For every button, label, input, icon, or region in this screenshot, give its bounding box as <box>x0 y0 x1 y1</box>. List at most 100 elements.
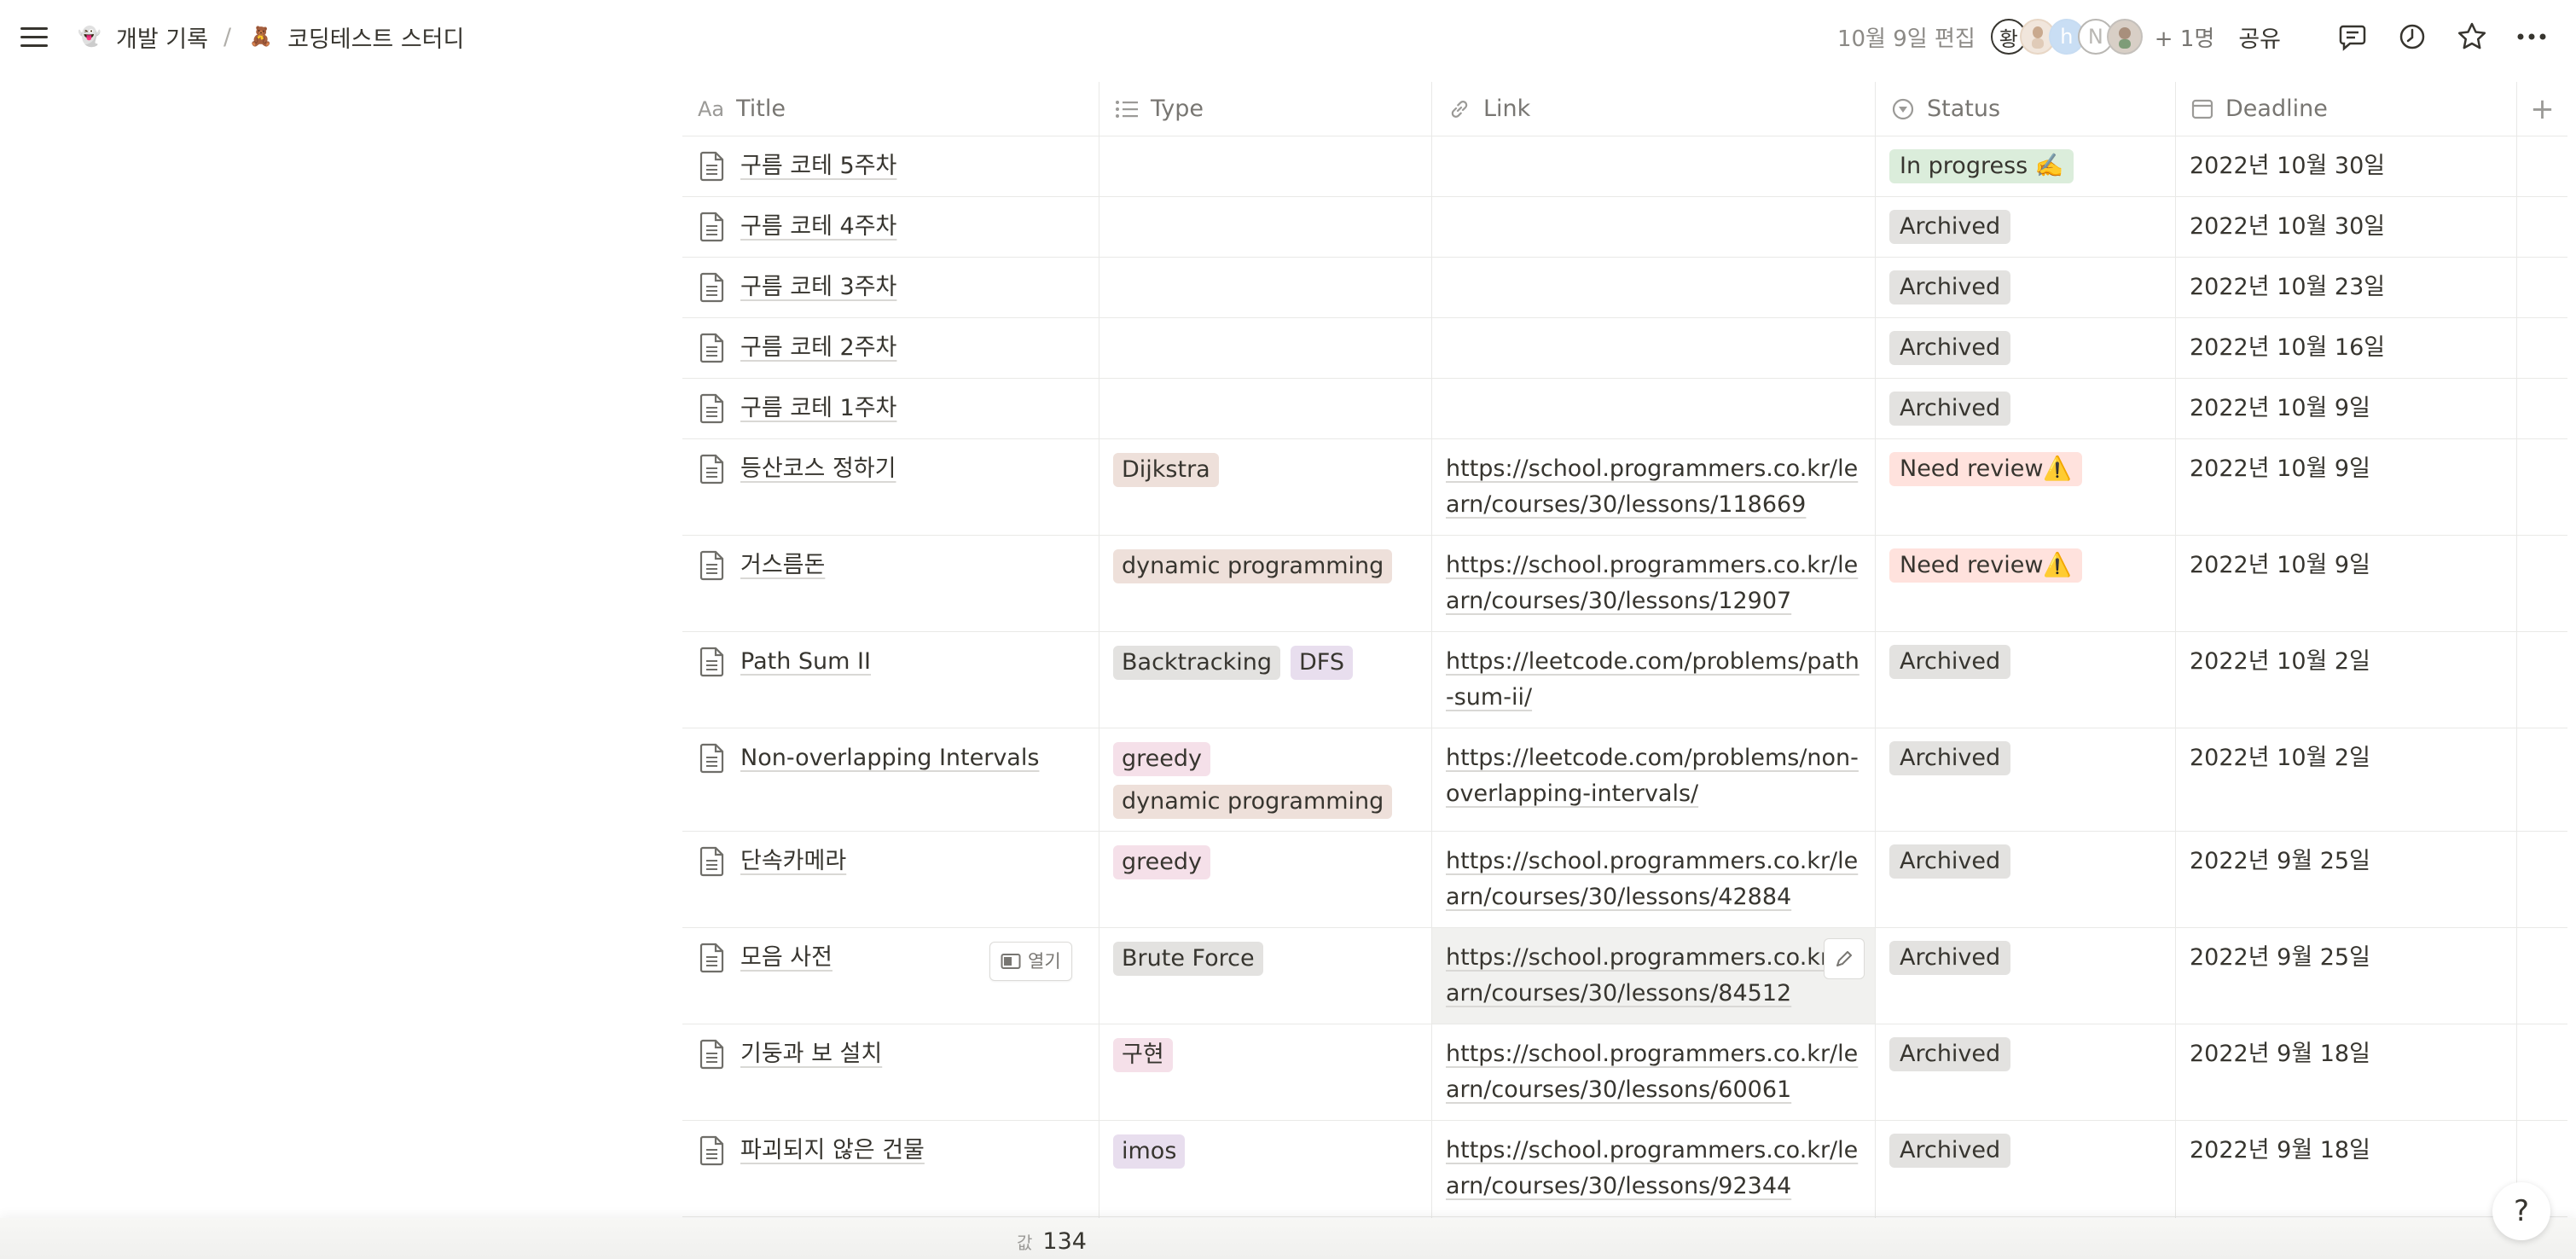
status-cell[interactable]: Archived <box>1876 1024 2176 1120</box>
status-badge[interactable]: In progress ✍️ <box>1889 149 2074 183</box>
problem-link[interactable]: https://school.programmers.co.kr/learn/c… <box>1446 944 1858 1007</box>
link-cell[interactable]: https://school.programmers.co.kr/learn/c… <box>1432 928 1876 1024</box>
member-avatars[interactable]: 황 h N <box>1990 19 2143 55</box>
type-cell[interactable] <box>1099 318 1432 378</box>
type-cell[interactable] <box>1099 136 1432 196</box>
more-options-icon[interactable] <box>2515 20 2549 54</box>
table-row[interactable]: 단속카메라 greedy https://school.programmers.co… <box>682 832 2567 928</box>
row-title[interactable]: Non-overlapping Intervals <box>740 740 1039 776</box>
title-cell[interactable]: 구름 코테 4주차 <box>682 197 1099 257</box>
status-badge[interactable]: Archived <box>1889 331 2011 365</box>
title-cell[interactable]: 구름 코테 1주차 <box>682 379 1099 438</box>
link-cell[interactable]: https://school.programmers.co.kr/learn/c… <box>1432 439 1876 535</box>
status-cell[interactable]: Need review⚠️ <box>1876 439 2176 535</box>
status-cell[interactable]: Archived <box>1876 632 2176 728</box>
row-title[interactable]: 모음 사전 <box>740 940 833 976</box>
link-cell[interactable]: https://school.programmers.co.kr/learn/c… <box>1432 1121 1876 1216</box>
table-row[interactable]: 구름 코테 2주차 Archived 2022년 10월 16일 <box>682 318 2567 379</box>
row-title[interactable]: 구름 코테 3주차 <box>740 270 896 305</box>
title-cell[interactable]: Non-overlapping Intervals <box>682 728 1099 831</box>
table-row[interactable]: 구름 코테 4주차 Archived 2022년 10월 30일 <box>682 197 2567 258</box>
type-cell[interactable]: imos <box>1099 1121 1432 1216</box>
deadline-cell[interactable]: 2022년 9월 18일 <box>2176 1024 2517 1120</box>
type-tag[interactable]: dynamic programming <box>1113 785 1393 819</box>
title-cell[interactable]: Path Sum II <box>682 632 1099 728</box>
table-row[interactable]: 구름 코테 3주차 Archived 2022년 10월 23일 <box>682 258 2567 318</box>
type-cell[interactable]: greedy <box>1099 832 1432 927</box>
status-badge[interactable]: Archived <box>1889 1037 2011 1071</box>
table-row[interactable]: 파괴되지 않은 건물 imos https://school.programmers… <box>682 1121 2567 1217</box>
table-row[interactable]: 거스름돈 dynamic programming https://school.pr… <box>682 536 2567 632</box>
deadline-cell[interactable]: 2022년 10월 2일 <box>2176 632 2517 728</box>
problem-link[interactable]: https://school.programmers.co.kr/learn/c… <box>1446 552 1858 614</box>
row-title[interactable]: 구름 코테 2주차 <box>740 330 896 366</box>
edit-link-button[interactable] <box>1824 938 1865 979</box>
column-header-status[interactable]: Status <box>1876 82 2176 136</box>
link-cell[interactable]: https://school.programmers.co.kr/learn/c… <box>1432 536 1876 631</box>
table-row[interactable]: 구름 코테 1주차 Archived 2022년 10월 9일 <box>682 379 2567 439</box>
status-cell[interactable]: Archived <box>1876 832 2176 927</box>
column-header-title[interactable]: Aa Title <box>682 82 1099 136</box>
status-badge[interactable]: Archived <box>1889 210 2011 244</box>
status-badge[interactable]: Archived <box>1889 844 2011 879</box>
type-cell[interactable] <box>1099 258 1432 317</box>
status-badge[interactable]: Archived <box>1889 741 2011 775</box>
link-cell[interactable] <box>1432 197 1876 257</box>
title-cell[interactable]: 파괴되지 않은 건물 <box>682 1121 1099 1216</box>
title-cell[interactable]: 모음 사전 열기 <box>682 928 1099 1024</box>
row-title[interactable]: 구름 코테 1주차 <box>740 391 896 426</box>
breadcrumb-workspace[interactable]: 개발 기록 <box>116 20 208 54</box>
row-count[interactable]: 값 134 <box>1017 1228 1087 1255</box>
sidebar-toggle-icon[interactable] <box>20 21 51 52</box>
link-cell[interactable] <box>1432 258 1876 317</box>
status-cell[interactable]: Need review⚠️ <box>1876 536 2176 631</box>
breadcrumb-page[interactable]: 코딩테스트 스터디 <box>287 20 464 54</box>
status-cell[interactable]: Archived <box>1876 197 2176 257</box>
history-clock-icon[interactable] <box>2395 20 2429 54</box>
type-tag[interactable]: Backtracking <box>1113 646 1281 680</box>
link-cell[interactable] <box>1432 318 1876 378</box>
type-tag[interactable]: DFS <box>1291 646 1354 680</box>
status-badge[interactable]: Archived <box>1889 392 2011 426</box>
last-edited-label[interactable]: 10월 9일 편집 <box>1837 21 1976 53</box>
help-button[interactable]: ? <box>2492 1182 2550 1240</box>
status-cell[interactable]: Archived <box>1876 1121 2176 1216</box>
deadline-cell[interactable]: 2022년 10월 2일 <box>2176 728 2517 831</box>
deadline-cell[interactable]: 2022년 10월 23일 <box>2176 258 2517 317</box>
deadline-cell[interactable]: 2022년 9월 25일 <box>2176 928 2517 1024</box>
type-tag[interactable]: greedy <box>1113 845 1210 879</box>
status-badge[interactable]: Need review⚠️ <box>1889 452 2083 486</box>
row-title[interactable]: 구름 코테 4주차 <box>740 209 896 245</box>
title-cell[interactable]: 단속카메라 <box>682 832 1099 927</box>
problem-link[interactable]: https://school.programmers.co.kr/learn/c… <box>1446 1041 1858 1103</box>
table-row[interactable]: 등산코스 정하기 Dijkstra https://school.programme… <box>682 439 2567 536</box>
type-tag[interactable]: 구현 <box>1113 1038 1173 1072</box>
row-title[interactable]: 구름 코테 5주차 <box>740 148 896 184</box>
deadline-cell[interactable]: 2022년 10월 9일 <box>2176 439 2517 535</box>
deadline-cell[interactable]: 2022년 10월 9일 <box>2176 379 2517 438</box>
deadline-cell[interactable]: 2022년 9월 18일 <box>2176 1121 2517 1216</box>
title-cell[interactable]: 거스름돈 <box>682 536 1099 631</box>
row-title[interactable]: 거스름돈 <box>740 548 825 583</box>
link-cell[interactable] <box>1432 136 1876 196</box>
share-button[interactable]: 공유 <box>2238 20 2281 54</box>
status-badge[interactable]: Archived <box>1889 1134 2011 1168</box>
table-row[interactable]: Non-overlapping Intervals greedy dynamic p… <box>682 728 2567 832</box>
problem-link[interactable]: https://leetcode.com/problems/non-overla… <box>1446 745 1859 807</box>
row-title[interactable]: 기둥과 보 설치 <box>740 1036 882 1072</box>
type-cell[interactable]: Dijkstra <box>1099 439 1432 535</box>
title-cell[interactable]: 구름 코테 5주차 <box>682 136 1099 196</box>
type-cell[interactable]: 구현 <box>1099 1024 1432 1120</box>
status-cell[interactable]: Archived <box>1876 728 2176 831</box>
status-cell[interactable]: In progress ✍️ <box>1876 136 2176 196</box>
row-title[interactable]: 등산코스 정하기 <box>740 451 896 487</box>
row-title[interactable]: 파괴되지 않은 건물 <box>740 1133 925 1169</box>
title-cell[interactable]: 구름 코테 2주차 <box>682 318 1099 378</box>
title-cell[interactable]: 구름 코테 3주차 <box>682 258 1099 317</box>
status-cell[interactable]: Archived <box>1876 318 2176 378</box>
add-property-button[interactable]: + <box>2517 82 2567 136</box>
deadline-cell[interactable]: 2022년 10월 30일 <box>2176 197 2517 257</box>
link-cell[interactable]: https://leetcode.com/problems/non-overla… <box>1432 728 1876 831</box>
comments-icon[interactable] <box>2335 20 2370 54</box>
problem-link[interactable]: https://leetcode.com/problems/path-sum-i… <box>1446 648 1859 711</box>
